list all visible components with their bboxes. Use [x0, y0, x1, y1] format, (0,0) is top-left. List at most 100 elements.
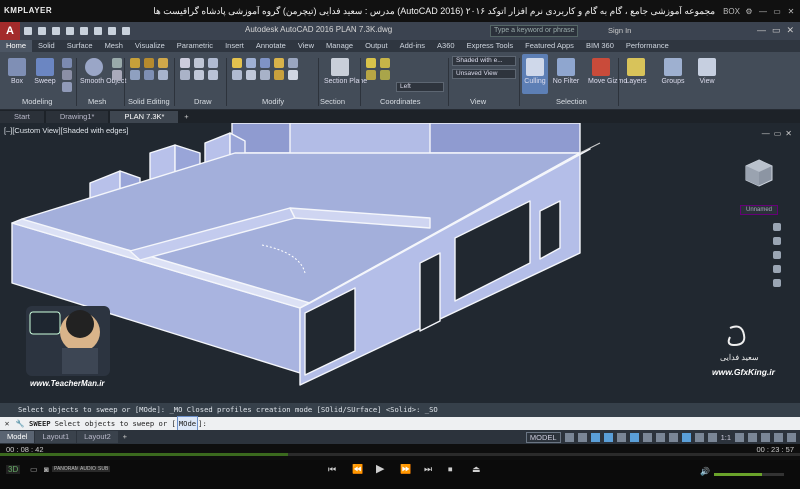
workspace-gear-icon[interactable] — [735, 432, 744, 442]
mini-label[interactable]: AUDIO — [78, 466, 98, 472]
lineweight-icon[interactable] — [655, 432, 665, 442]
offset-icon[interactable] — [260, 70, 270, 80]
search-input[interactable]: Type a keyword or phrase — [490, 25, 578, 37]
capture-icon[interactable]: ◙ — [44, 465, 49, 474]
thicken-icon[interactable] — [144, 70, 154, 80]
panel-label-section[interactable]: Section — [320, 97, 345, 106]
previous-icon[interactable]: ⏮ — [328, 464, 336, 475]
new-tab-icon[interactable]: + — [180, 111, 192, 123]
volume-icon[interactable]: 🔊 — [700, 467, 710, 476]
selection-cycling-icon[interactable] — [681, 432, 691, 442]
maximize-icon[interactable]: ▭ — [772, 7, 782, 16]
trim-icon[interactable] — [246, 70, 256, 80]
revolve-icon[interactable] — [62, 82, 72, 92]
extrude-icon[interactable] — [62, 58, 72, 68]
view-button[interactable]: View — [696, 58, 718, 85]
seek-progress[interactable] — [0, 453, 288, 456]
ribbon-tab-mesh[interactable]: Mesh — [99, 40, 129, 52]
box-menu-button[interactable]: BOX — [723, 7, 740, 16]
ribbon-tab-solid[interactable]: Solid — [32, 40, 61, 52]
drawing-viewport[interactable]: [–][Custom View][Shaded with edges] — ▭ … — [0, 123, 800, 403]
section-plane-button[interactable]: Section Plane — [324, 58, 367, 85]
ribbon-tab-manage[interactable]: Manage — [320, 40, 359, 52]
ribbon-tab-output[interactable]: Output — [359, 40, 394, 52]
view-dropdown[interactable]: Unsaved View — [452, 69, 516, 79]
layout-tab-model[interactable]: Model — [0, 431, 35, 443]
ribbon-tab-a360[interactable]: A360 — [431, 40, 461, 52]
ribbon-tab-performance[interactable]: Performance — [620, 40, 675, 52]
viewport-restore-icon[interactable]: ▭ — [774, 129, 782, 138]
mesh-tool-icon[interactable] — [112, 58, 122, 68]
annotation-icon[interactable] — [707, 432, 717, 442]
ribbon-tab-annotate[interactable]: Annotate — [250, 40, 292, 52]
mini-label[interactable]: SUB — [96, 466, 111, 472]
file-tab-drawing1[interactable]: Drawing1* — [45, 111, 109, 123]
ribbon-tab-add-ins[interactable]: Add-ins — [394, 40, 431, 52]
arc-icon[interactable] — [180, 70, 190, 80]
ucs-object-icon[interactable] — [380, 70, 390, 80]
file-tab-start[interactable]: Start — [0, 111, 44, 123]
clean-screen-icon[interactable] — [774, 432, 783, 442]
fast-forward-icon[interactable]: ⏩ — [400, 464, 411, 475]
model-space-button[interactable]: MODEL — [525, 431, 561, 443]
no-filter-button[interactable]: No Filter — [552, 58, 580, 85]
mesh-tool-icon[interactable] — [112, 70, 122, 80]
3d-osnap-icon[interactable] — [629, 432, 639, 442]
layout-tab-layout1[interactable]: Layout1 — [35, 431, 77, 443]
array-icon[interactable] — [288, 58, 298, 68]
transparency-icon[interactable] — [668, 432, 678, 442]
app-close-icon[interactable]: ✕ — [786, 25, 794, 36]
align-icon[interactable] — [274, 70, 284, 80]
erase-icon[interactable] — [288, 70, 298, 80]
intersect-icon[interactable] — [158, 58, 168, 68]
panel-label-modify[interactable]: Modify — [262, 97, 284, 106]
circle-icon[interactable] — [208, 58, 218, 68]
layout-tab-layout2[interactable]: Layout2 — [77, 431, 118, 443]
app-minimize-icon[interactable]: — — [757, 25, 766, 36]
sweep-button[interactable]: Sweep — [32, 58, 58, 85]
ortho-icon[interactable] — [590, 432, 600, 442]
coordinate-dropdown[interactable]: Left — [396, 82, 444, 92]
minimize-icon[interactable]: — — [758, 7, 768, 16]
volume-slider[interactable] — [714, 473, 784, 476]
layers-button[interactable]: Layers — [624, 58, 648, 85]
app-maximize-icon[interactable]: ▭ — [772, 25, 781, 36]
polyline-icon[interactable] — [194, 58, 204, 68]
ribbon-tab-parametric[interactable]: Parametric — [171, 40, 219, 52]
command-line[interactable]: ✕ 🔧 SWEEP Select objects to sweep or [ M… — [0, 416, 800, 431]
ribbon-tab-express-tools[interactable]: Express Tools — [461, 40, 520, 52]
screen-icon[interactable]: ▭ — [30, 465, 38, 474]
isolate-icon[interactable] — [748, 432, 757, 442]
player-logo[interactable]: KMPLAYER — [0, 0, 52, 22]
panel-label-mesh[interactable]: Mesh — [88, 97, 106, 106]
wrench-icon[interactable]: 🔧 — [14, 417, 26, 430]
culling-button[interactable]: Culling — [522, 54, 548, 94]
viewport-label[interactable]: [–][Custom View][Shaded with edges] — [4, 126, 129, 135]
fillet-icon[interactable] — [232, 70, 242, 80]
file-tab-plan[interactable]: PLAN 7.3K* — [110, 111, 179, 123]
subtract-icon[interactable] — [144, 58, 154, 68]
customize-icon[interactable] — [787, 432, 796, 442]
ribbon-tab-surface[interactable]: Surface — [61, 40, 99, 52]
slice-icon[interactable] — [130, 70, 140, 80]
panel-label-coordinates[interactable]: Coordinates — [380, 97, 420, 106]
sign-in-link[interactable]: Sign In — [608, 26, 631, 35]
ucs-face-icon[interactable] — [366, 70, 376, 80]
gizmo-status-icon[interactable] — [694, 432, 704, 442]
play-icon[interactable]: ▶ — [376, 462, 384, 475]
3d-badge[interactable]: 3D — [6, 465, 21, 474]
osnap-icon[interactable] — [616, 432, 626, 442]
ribbon-tab-view[interactable]: View — [292, 40, 320, 52]
rewind-icon[interactable]: ⏪ — [352, 464, 363, 475]
otrack-icon[interactable] — [642, 432, 652, 442]
move-gizmo-button[interactable]: Move Gizmo — [588, 58, 627, 85]
close-command-icon[interactable]: ✕ — [0, 417, 14, 430]
line-icon[interactable] — [180, 58, 190, 68]
shell-icon[interactable] — [158, 70, 168, 80]
union-icon[interactable] — [130, 58, 140, 68]
panel-label-draw[interactable]: Draw — [194, 97, 212, 106]
ribbon-tab-bim-360[interactable]: BIM 360 — [580, 40, 620, 52]
copy-icon[interactable] — [260, 58, 270, 68]
visual-style-dropdown[interactable]: Shaded with e... — [452, 56, 516, 66]
annotation-scale[interactable]: 1:1 — [721, 433, 731, 442]
